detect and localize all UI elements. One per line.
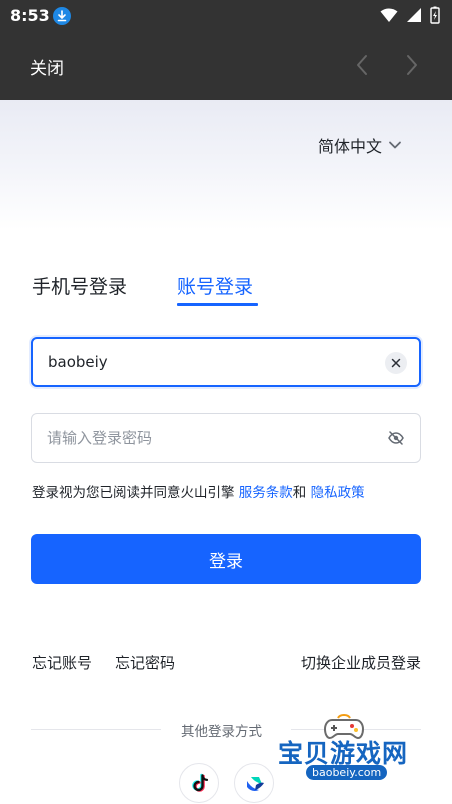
hero-background — [0, 100, 452, 230]
douyin-icon — [192, 773, 209, 792]
password-field[interactable] — [31, 413, 421, 463]
agreement-text: 登录视为您已阅读并同意火山引擎 服务条款和 隐私政策 — [32, 481, 365, 501]
username-field[interactable] — [31, 337, 421, 387]
back-arrow-icon[interactable] — [356, 54, 368, 80]
chevron-down-icon — [389, 141, 401, 149]
clear-icon[interactable] — [385, 352, 407, 374]
switch-enterprise-link[interactable]: 切换企业成员登录 — [301, 652, 421, 673]
eye-closed-icon[interactable] — [388, 430, 404, 449]
battery-charging-icon — [430, 6, 440, 24]
other-login-label: 其他登录方式 — [181, 724, 262, 740]
forgot-account-link[interactable]: 忘记账号 — [32, 652, 92, 673]
divider-left — [31, 729, 161, 730]
status-indicators — [380, 6, 440, 24]
username-input[interactable] — [48, 339, 368, 385]
active-tab-indicator — [177, 303, 258, 306]
privacy-link[interactable]: 隐私政策 — [311, 485, 365, 501]
cell-signal-icon — [407, 8, 421, 22]
language-selector[interactable]: 简体中文 — [318, 133, 402, 157]
password-input[interactable] — [47, 414, 367, 462]
language-label: 简体中文 — [318, 137, 383, 156]
terms-link[interactable]: 服务条款 — [239, 485, 293, 501]
download-icon — [53, 7, 71, 25]
forgot-password-link[interactable]: 忘记密码 — [115, 652, 175, 673]
agreement-prefix: 登录视为您已阅读并同意火山引擎 — [32, 485, 239, 501]
agreement-conjunction: 和 — [292, 485, 311, 501]
status-time: 8:53 — [10, 6, 50, 25]
wifi-icon — [380, 8, 398, 22]
status-bar: 8:53 — [0, 0, 452, 32]
tab-phone-login[interactable]: 手机号登录 — [32, 272, 127, 299]
login-button[interactable]: 登录 — [31, 534, 421, 584]
tab-account-login[interactable]: 账号登录 — [177, 272, 253, 299]
watermark-logo: 宝贝游戏网 baobeiy.com — [278, 712, 423, 792]
douyin-login-button[interactable] — [179, 763, 219, 803]
top-bar: 关闭 — [0, 32, 452, 100]
close-button[interactable]: 关闭 — [30, 54, 64, 79]
feishu-icon — [247, 777, 264, 791]
forward-arrow-icon[interactable] — [406, 54, 418, 80]
watermark-url: baobeiy.com — [306, 765, 388, 780]
feishu-login-button[interactable] — [234, 763, 274, 803]
